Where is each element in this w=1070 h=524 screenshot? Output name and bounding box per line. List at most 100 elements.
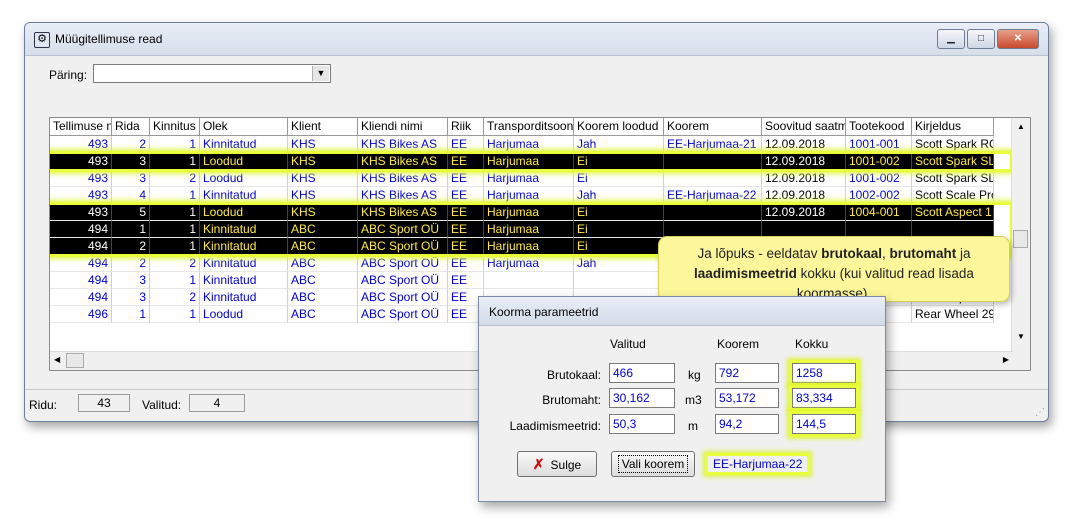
close-button[interactable]: ✗ Sulge — [517, 451, 597, 477]
column-header-order-nr[interactable]: Tellimuse nr — [50, 118, 112, 136]
cell-transport-zone — [484, 272, 574, 289]
gross-volume-selected[interactable]: 30,162 — [609, 388, 675, 408]
cell-client: ABC — [288, 306, 358, 323]
loading-meters-label: Laadimismeetrid: — [509, 419, 601, 433]
rows-count-label: Ridu: — [29, 398, 58, 412]
loading-meters-selected[interactable]: 50,3 — [609, 414, 675, 434]
column-total-header: Kokku — [795, 337, 829, 351]
cell-description: Rear Wheel 29 — [912, 306, 994, 323]
loading-meters-total[interactable]: 144,5 — [792, 414, 856, 434]
scroll-up-icon[interactable]: ▲ — [1012, 122, 1030, 131]
cell-country: EE — [448, 170, 484, 187]
resize-grip-icon[interactable]: ⋰ — [1035, 407, 1045, 418]
selected-count-value: 4 — [189, 394, 245, 412]
column-header-product-code[interactable]: Tootekood — [846, 118, 912, 136]
scroll-right-icon[interactable]: ▶ — [1003, 355, 1009, 364]
cell-requested-ship: 12.09.2018 — [762, 170, 846, 187]
gross-weight-selected[interactable]: 466 — [609, 363, 675, 383]
cell-description: Scott Spark SL — [912, 170, 994, 187]
choose-load-button[interactable]: Vali koorem — [611, 451, 695, 477]
rows-count-value: 43 — [78, 394, 130, 412]
cell-confirmation: 2 — [150, 289, 200, 306]
loading-meters-unit: m — [688, 419, 698, 433]
cell-client: ABC — [288, 272, 358, 289]
query-select[interactable]: ▼ — [93, 64, 331, 83]
callout-bold-loading-meters: laadimismeetrid — [694, 266, 797, 281]
cell-transport-zone: Harjumaa — [484, 170, 574, 187]
cell-confirmation: 1 — [150, 272, 200, 289]
column-header-load[interactable]: Koorem — [664, 118, 762, 136]
selected-count-label: Valitud: — [142, 398, 182, 412]
gross-volume-label: Brutomaht: — [542, 393, 601, 407]
gross-weight-total[interactable]: 1258 — [792, 363, 856, 383]
column-header-client-name[interactable]: Kliendi nimi — [358, 118, 448, 136]
cell-load-created: Ei — [574, 170, 664, 187]
minimize-icon[interactable]: ▁ — [937, 29, 965, 49]
callout-text-2: , — [882, 246, 890, 261]
cell-load — [664, 170, 762, 187]
grid-header-row: Tellimuse nr Rida Kinnitus Olek Klient Kliend… — [50, 118, 1013, 136]
cell-order-nr: 496 — [50, 306, 112, 323]
callout-text-3: ja — [956, 246, 971, 261]
table-row[interactable]: 493 3 2 Loodud KHS KHS Bikes AS EE Harjumaa Ei 12… — [50, 170, 1013, 187]
close-x-icon: ✗ — [532, 456, 545, 472]
cell-confirmation: 1 — [150, 306, 200, 323]
dialog-title-bar: Koorma parameetrid — [479, 297, 885, 326]
scroll-down-icon[interactable]: ▼ — [1012, 332, 1030, 341]
cell-load-created — [574, 272, 664, 289]
maximize-icon[interactable]: □ — [967, 29, 995, 49]
column-header-line[interactable]: Rida — [112, 118, 150, 136]
cell-line: 2 — [112, 255, 150, 272]
column-header-transport-zone[interactable]: Transporditsoon — [484, 118, 574, 136]
dropdown-arrow-icon[interactable]: ▼ — [312, 66, 329, 81]
close-icon[interactable]: ✕ — [997, 29, 1039, 49]
cell-line: 3 — [112, 289, 150, 306]
gross-weight-label: Brutokaal: — [546, 368, 601, 382]
title-bar: ⚙ Müügitellimuse read ▁ □ ✕ — [25, 23, 1048, 56]
cell-line: 3 — [112, 272, 150, 289]
callout-text-1: Ja lõpuks - eeldatav — [697, 246, 822, 261]
gross-volume-unit: m3 — [685, 393, 702, 407]
cell-order-nr: 493 — [50, 170, 112, 187]
column-header-description[interactable]: Kirjeldus — [912, 118, 994, 136]
dialog-title: Koorma parameetrid — [489, 305, 599, 319]
column-header-requested-ship[interactable]: Soovitud saatmine — [762, 118, 846, 136]
cell-line: 1 — [112, 306, 150, 323]
loading-meters-load[interactable]: 94,2 — [715, 414, 779, 434]
column-header-client[interactable]: Klient — [288, 118, 358, 136]
gross-volume-total[interactable]: 83,334 — [792, 388, 856, 408]
column-header-status[interactable]: Olek — [200, 118, 288, 136]
vertical-scrollbar[interactable]: ▲ ▼ — [1011, 118, 1030, 370]
horizontal-scroll-thumb[interactable] — [66, 353, 84, 368]
cell-product-code: 1001-002 — [846, 170, 912, 187]
cell-client-name: ABC Sport OÜ — [358, 255, 448, 272]
window-title: Müügitellimuse read — [55, 32, 163, 46]
cell-load-created: Jah — [574, 255, 664, 272]
selected-load-name: EE-Harjumaa-22 — [705, 453, 811, 475]
window-controls: ▁ □ ✕ — [935, 29, 1039, 49]
column-header-country[interactable]: Riik — [448, 118, 484, 136]
column-header-load-created[interactable]: Koorem loodud — [574, 118, 664, 136]
gross-volume-load[interactable]: 53,172 — [715, 388, 779, 408]
query-label: Päring: — [49, 68, 88, 82]
load-parameters-dialog: Koorma parameetrid Valitud Koorem Kokku … — [478, 296, 886, 502]
dialog-body: Valitud Koorem Kokku Brutokaal: 466 kg 7… — [483, 327, 881, 497]
cell-client-name: ABC Sport OÜ — [358, 306, 448, 323]
cell-client: ABC — [288, 289, 358, 306]
callout-bold-gross-volume: brutomaht — [889, 246, 957, 261]
close-button-label: Sulge — [550, 458, 582, 472]
scroll-left-icon[interactable]: ◀ — [54, 355, 60, 364]
column-header-confirmation[interactable]: Kinnitus — [150, 118, 200, 136]
selected-rows-highlight — [50, 151, 1013, 172]
cell-client-name: KHS Bikes AS — [358, 170, 448, 187]
gross-weight-load[interactable]: 792 — [715, 363, 779, 383]
cell-status: Loodud — [200, 306, 288, 323]
cell-status: Kinnitatud — [200, 289, 288, 306]
vertical-scroll-thumb[interactable] — [1013, 230, 1028, 248]
cell-transport-zone: Harjumaa — [484, 255, 574, 272]
cell-client: KHS — [288, 170, 358, 187]
cell-country: EE — [448, 272, 484, 289]
cell-line: 3 — [112, 170, 150, 187]
cell-client-name: ABC Sport OÜ — [358, 272, 448, 289]
callout-note: Ja lõpuks - eeldatav brutokaal, brutomah… — [658, 236, 1010, 302]
